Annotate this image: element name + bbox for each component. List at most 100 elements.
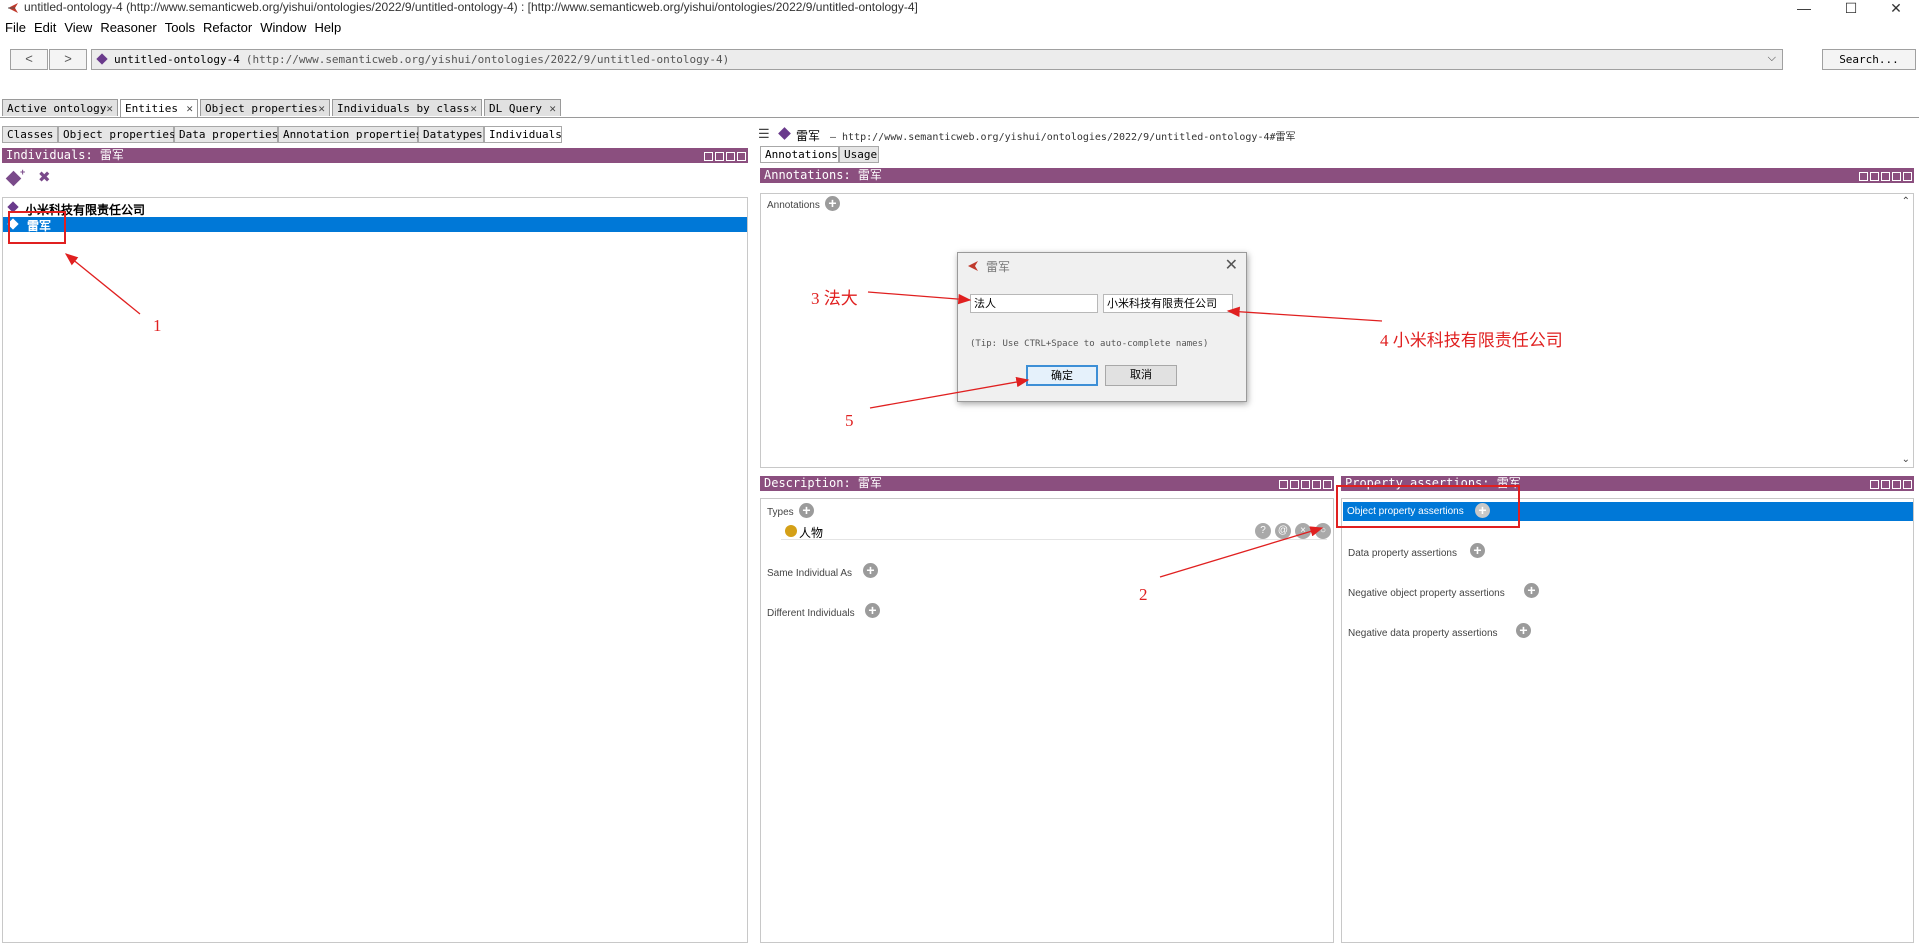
property-assertions-panel: Object property assertions + Data proper…	[1341, 498, 1914, 943]
close-tab-icon[interactable]: ✕	[549, 100, 556, 117]
description-panel: Types + 人物 ? @ × ○ Same Individual As + …	[760, 498, 1334, 943]
same-individual-label: Same Individual As	[767, 568, 853, 579]
close-window-button[interactable]: ✕	[1886, 0, 1906, 17]
subtab-datatypes[interactable]: Datatypes	[418, 126, 484, 143]
menu-icon[interactable]: ☰	[758, 126, 770, 142]
data-property-assertions-label: Data property assertions	[1348, 548, 1457, 559]
menu-tools[interactable]: Tools	[165, 20, 195, 35]
add-annotation-icon[interactable]: +	[825, 196, 840, 211]
annotations-label: Annotations	[767, 200, 820, 211]
tab-object-properties[interactable]: Object properties ✕	[200, 99, 330, 116]
autocomplete-tip: (Tip: Use CTRL+Space to auto-complete na…	[970, 339, 1209, 349]
entity-iri: — http://www.semanticweb.org/yishui/onto…	[830, 132, 1296, 143]
type-row[interactable]: 人物 ? @ × ○	[781, 523, 1331, 540]
subtab-object-properties[interactable]: Object properties	[58, 126, 176, 143]
tab-entities[interactable]: Entities ✕	[120, 99, 198, 117]
negative-data-property-label: Negative data property assertions	[1348, 628, 1498, 639]
list-item-selected[interactable]: 雷军	[3, 217, 747, 233]
annotations-panel-header: Annotations: 雷军	[760, 168, 1914, 183]
forward-button[interactable]: >	[49, 49, 87, 70]
close-tab-icon[interactable]: ✕	[318, 100, 325, 117]
edit-icon[interactable]: ○	[1315, 523, 1331, 539]
different-individuals-label: Different Individuals	[767, 608, 855, 619]
add-negative-object-property-icon[interactable]: +	[1524, 583, 1539, 598]
add-same-individual-icon[interactable]: +	[863, 563, 878, 578]
annotate-icon[interactable]: @	[1275, 523, 1291, 539]
minimize-button[interactable]: —	[1794, 0, 1814, 16]
menu-reasoner[interactable]: Reasoner	[100, 20, 156, 35]
scroll-down-icon[interactable]: ⌄	[1902, 454, 1910, 465]
scroll-up-icon[interactable]: ⌃	[1902, 196, 1910, 207]
close-icon[interactable]: ✕	[1225, 255, 1238, 275]
tab-label: Individuals by class	[337, 102, 470, 115]
annotations-panel: Annotations + ⌃ ⌄	[760, 193, 1914, 468]
type-value: 人物	[799, 526, 824, 540]
tab-label: Active ontology	[7, 102, 107, 115]
tab-active-ontology[interactable]: Active ontology ✕	[2, 99, 118, 116]
title-bar: untitled-ontology-4 (http://www.semantic…	[0, 0, 1919, 16]
entity-name: 雷军	[796, 129, 821, 143]
view-controls[interactable]	[1277, 478, 1332, 489]
menu-file[interactable]: File	[5, 20, 26, 35]
tab-dl-query[interactable]: DL Query ✕	[484, 99, 561, 116]
add-negative-data-property-icon[interactable]: +	[1516, 623, 1531, 638]
active-ontology-selector[interactable]: untitled-ontology-4 (http://www.semanticw…	[91, 49, 1783, 70]
menu-view[interactable]: View	[64, 20, 92, 35]
plus-badge-icon: +	[20, 167, 26, 177]
highlight-box-individual	[8, 211, 66, 244]
negative-object-property-label: Negative object property assertions	[1348, 588, 1505, 599]
add-individual-icon[interactable]	[5, 170, 22, 187]
menu-edit[interactable]: Edit	[34, 20, 56, 35]
protege-logo-icon	[968, 261, 978, 271]
class-dot-icon	[785, 525, 797, 537]
tab-individuals-by-class[interactable]: Individuals by class ✕	[332, 99, 482, 116]
individuals-panel-header: Individuals: 雷军	[2, 148, 748, 163]
panel-title: Individuals: 雷军	[6, 148, 124, 162]
ontology-diamond-icon	[96, 53, 108, 65]
close-tab-icon[interactable]: ✕	[470, 100, 477, 117]
annotation-3: 3 法大	[811, 289, 858, 308]
types-label: Types	[767, 507, 794, 518]
entity-header: ☰ 雷军 — http://www.semanticweb.org/yishui…	[756, 126, 1916, 143]
annotation-1: 1	[153, 316, 162, 335]
dialog-title: 雷军	[986, 260, 1011, 274]
ok-button[interactable]: 确定	[1026, 365, 1098, 386]
subtab-data-properties[interactable]: Data properties	[174, 126, 278, 143]
view-controls[interactable]	[702, 150, 746, 161]
annotation-4: 4 小米科技有限责任公司	[1380, 331, 1563, 350]
close-tab-icon[interactable]: ✕	[186, 100, 193, 117]
tab-label: Entities	[125, 102, 178, 115]
menu-window[interactable]: Window	[260, 20, 306, 35]
remove-icon[interactable]: ×	[1295, 523, 1311, 539]
individual-input[interactable]: 小米科技有限责任公司	[1103, 294, 1233, 313]
property-input[interactable]: 法人	[970, 294, 1098, 313]
subtab-classes[interactable]: Classes	[2, 126, 58, 143]
explain-icon[interactable]: ?	[1255, 523, 1271, 539]
tab-annotations[interactable]: Annotations	[760, 146, 839, 163]
subtab-annotation-properties[interactable]: Annotation properties	[278, 126, 422, 143]
back-button[interactable]: <	[10, 49, 48, 70]
delete-individual-icon[interactable]: ✖	[38, 168, 51, 186]
chevron-down-icon[interactable]: ⌵	[1768, 52, 1776, 65]
tab-usage[interactable]: Usage	[839, 146, 879, 163]
ontology-name: untitled-ontology-4	[114, 53, 240, 66]
add-data-property-icon[interactable]: +	[1470, 543, 1485, 558]
view-controls[interactable]	[1857, 170, 1912, 181]
view-controls[interactable]	[1868, 478, 1912, 489]
subtab-individuals[interactable]: Individuals	[484, 126, 562, 143]
search-button[interactable]: Search...	[1822, 49, 1916, 70]
add-different-individual-icon[interactable]: +	[865, 603, 880, 618]
individual-diamond-icon	[778, 127, 791, 140]
close-tab-icon[interactable]: ✕	[106, 100, 113, 117]
menu-help[interactable]: Help	[314, 20, 341, 35]
add-type-icon[interactable]: +	[799, 503, 814, 518]
description-panel-header: Description: 雷军	[760, 476, 1334, 491]
panel-title: Description: 雷军	[764, 476, 882, 490]
cancel-button[interactable]: 取消	[1105, 365, 1177, 386]
highlight-box-object-property	[1336, 485, 1520, 528]
tab-label: DL Query	[489, 102, 542, 115]
annotation-5: 5	[845, 411, 854, 430]
menu-refactor[interactable]: Refactor	[203, 20, 252, 35]
maximize-button[interactable]: ☐	[1841, 0, 1861, 17]
annotation-2: 2	[1139, 585, 1148, 604]
